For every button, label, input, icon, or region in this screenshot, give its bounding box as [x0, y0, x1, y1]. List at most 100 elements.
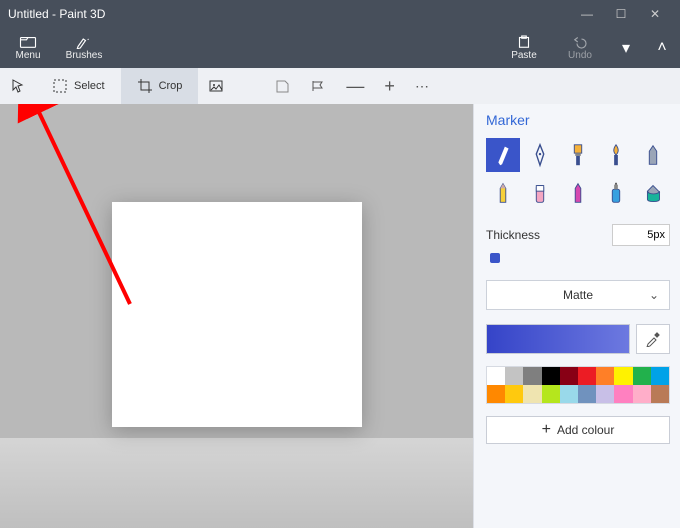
paste-label: Paste	[511, 50, 537, 61]
swatch-4[interactable]	[560, 367, 578, 385]
minus-tool[interactable]: —	[336, 68, 374, 104]
brush-eraser[interactable]	[524, 176, 558, 210]
crop-tool[interactable]: Crop	[121, 68, 199, 104]
shapes-tool[interactable]	[300, 68, 336, 104]
swatch-11[interactable]	[505, 385, 523, 403]
marker-icon	[493, 142, 513, 168]
swatch-6[interactable]	[596, 367, 614, 385]
brush-crayon[interactable]	[561, 176, 595, 210]
eyedropper-icon	[645, 331, 661, 347]
swatch-13[interactable]	[542, 385, 560, 403]
pixel-pen-icon	[643, 142, 663, 168]
eraser-icon	[530, 180, 550, 206]
select-label: Select	[74, 80, 105, 92]
folder-icon	[19, 35, 37, 49]
add-colour-button[interactable]: + Add colour	[486, 416, 670, 444]
swatch-10[interactable]	[487, 385, 505, 403]
panel-title: Marker	[486, 112, 670, 128]
brush-spray[interactable]	[599, 176, 633, 210]
swatch-2[interactable]	[523, 367, 541, 385]
swatch-18[interactable]	[633, 385, 651, 403]
brush-fill[interactable]	[636, 176, 670, 210]
current-colour-preview[interactable]	[486, 324, 630, 354]
ribbon: Select Crop — + ⋯	[0, 68, 680, 104]
brush-oil[interactable]	[561, 138, 595, 172]
swatch-14[interactable]	[560, 385, 578, 403]
image-icon	[208, 78, 224, 94]
brush-calligraphy-pen[interactable]	[524, 138, 558, 172]
slider-knob[interactable]	[490, 253, 500, 263]
swatch-19[interactable]	[651, 385, 669, 403]
brush-pencil[interactable]	[486, 176, 520, 210]
swatch-16[interactable]	[596, 385, 614, 403]
swatch-3[interactable]	[542, 367, 560, 385]
undo-button[interactable]: Undo	[552, 28, 608, 68]
swatch-7[interactable]	[614, 367, 632, 385]
brushes-label: Brushes	[66, 50, 103, 61]
eyedropper-button[interactable]	[636, 324, 670, 354]
brush-icon	[75, 35, 93, 49]
select-tool[interactable]: Select	[36, 68, 121, 104]
paste-button[interactable]: Paste	[496, 28, 552, 68]
brush-pixel-pen[interactable]	[636, 138, 670, 172]
round-brush-icon	[606, 142, 626, 168]
cursor-icon	[10, 78, 26, 94]
thickness-row: Thickness	[486, 224, 670, 246]
top-toolbar: Menu Brushes Paste Undo ▾ ˄	[0, 28, 680, 68]
brushes-button[interactable]: Brushes	[56, 28, 112, 68]
undo-icon	[571, 35, 589, 49]
floor-plane	[0, 438, 473, 528]
title-bar: Untitled - Paint 3D — ☐ ✕	[0, 0, 680, 28]
plus-tool[interactable]: +	[374, 68, 405, 104]
finish-dropdown[interactable]: Matte ⌄	[486, 280, 670, 310]
menu-label: Menu	[15, 50, 40, 61]
overflow-button[interactable]: ⋯	[405, 68, 439, 104]
crop-icon	[137, 78, 153, 94]
brush-marker[interactable]	[486, 138, 520, 172]
swatch-9[interactable]	[651, 367, 669, 385]
thickness-slider[interactable]	[486, 256, 670, 262]
swatch-17[interactable]	[614, 385, 632, 403]
colour-palette	[486, 366, 670, 404]
pencil-icon	[493, 180, 513, 206]
canvas-viewport[interactable]	[0, 104, 473, 528]
swatch-12[interactable]	[523, 385, 541, 403]
magic-select-tool[interactable]	[198, 68, 234, 104]
crop-label: Crop	[159, 80, 183, 92]
crayon-icon	[568, 180, 588, 206]
thickness-input[interactable]	[612, 224, 670, 246]
flat-brush-icon	[568, 142, 588, 168]
window-title: Untitled - Paint 3D	[8, 7, 570, 21]
thickness-label: Thickness	[486, 228, 540, 242]
swatch-15[interactable]	[578, 385, 596, 403]
pointer-tool[interactable]	[0, 68, 36, 104]
brush-watercolour[interactable]	[599, 138, 633, 172]
pen-nib-icon	[530, 142, 550, 168]
undo-label: Undo	[568, 50, 592, 61]
swatch-8[interactable]	[633, 367, 651, 385]
brush-grid	[486, 138, 670, 210]
swatch-5[interactable]	[578, 367, 596, 385]
bucket-icon	[643, 180, 663, 206]
swatch-0[interactable]	[487, 367, 505, 385]
maximize-button[interactable]: ☐	[604, 7, 638, 21]
collapse-ribbon[interactable]: ˄	[644, 39, 680, 57]
menu-button[interactable]: Menu	[0, 28, 56, 68]
sticker-icon	[274, 78, 290, 94]
close-button[interactable]: ✕	[638, 7, 672, 21]
colour-preview-row	[486, 324, 670, 354]
flag-icon	[310, 78, 326, 94]
side-panel: Marker Thickness Matte ⌄	[473, 104, 680, 528]
select-icon	[52, 78, 68, 94]
canvas[interactable]	[112, 202, 362, 427]
clipboard-icon	[515, 35, 533, 49]
plus-icon: +	[542, 421, 551, 439]
sticker-tool[interactable]	[264, 68, 300, 104]
more-dropdown[interactable]: ▾	[608, 38, 644, 58]
main-area: Marker Thickness Matte ⌄	[0, 104, 680, 528]
add-colour-label: Add colour	[557, 423, 614, 437]
finish-label: Matte	[563, 288, 593, 302]
spray-can-icon	[606, 180, 626, 206]
swatch-1[interactable]	[505, 367, 523, 385]
minimize-button[interactable]: —	[570, 7, 604, 21]
